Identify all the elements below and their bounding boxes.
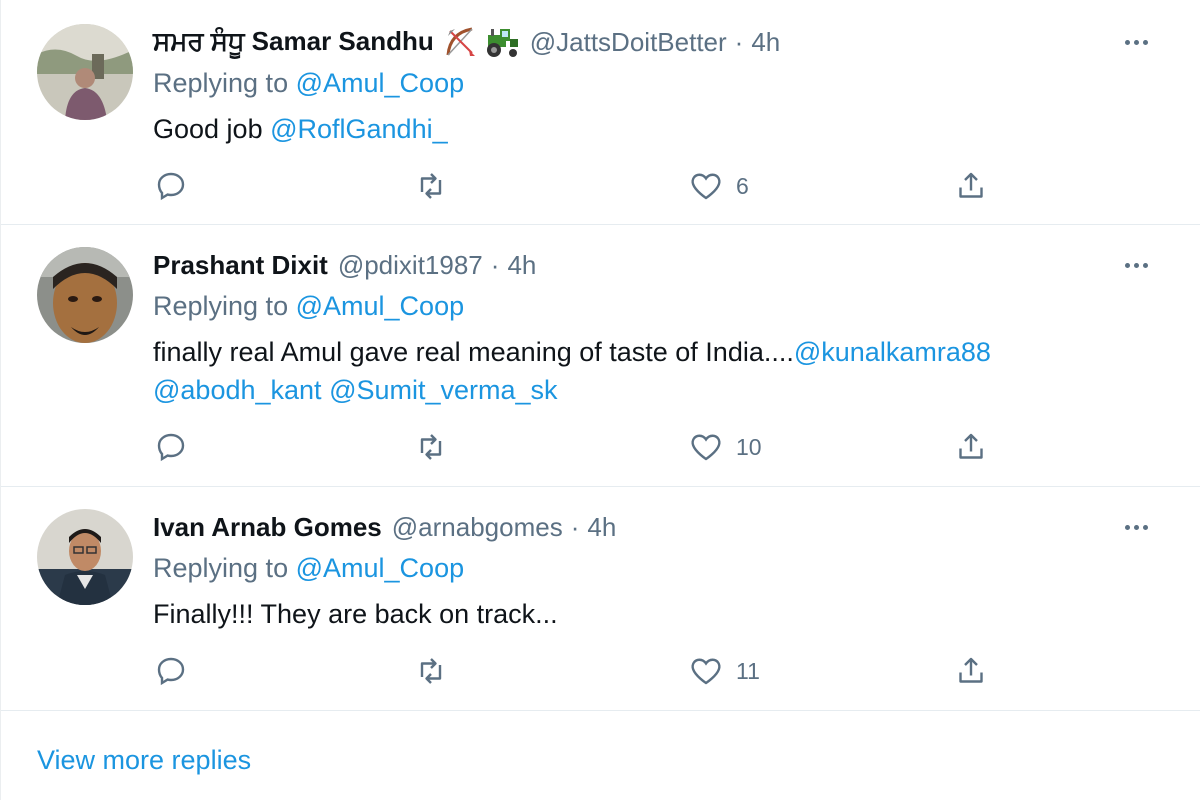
tweet-content: ਸਮਰ ਸੰਧੂ Samar Sandhu @JattsDoitBetter ·… (153, 24, 1161, 148)
tweet-text: Finally!!! They are back on track... (153, 595, 1161, 633)
bow-and-arrow-emoji (446, 27, 475, 56)
replying-to-line: Replying to @Amul_Coop (153, 291, 1161, 327)
replying-to-line: Replying to @Amul_Coop (153, 68, 1161, 104)
like-button[interactable]: 6 (688, 166, 749, 206)
replying-to-line: Replying to @Amul_Coop (153, 553, 1161, 589)
handle[interactable]: @arnabgomes (392, 512, 563, 543)
display-name[interactable]: ਸਮਰ ਸੰਧੂ Samar Sandhu (153, 26, 434, 58)
tweet-header: Ivan Arnab Gomes @arnabgomes · 4h (153, 509, 1161, 545)
share-icon (959, 657, 983, 683)
tweet-content: Prashant Dixit @pdixit1987 · 4h Replying… (153, 247, 1161, 409)
tweet-content: Ivan Arnab Gomes @arnabgomes · 4h Replyi… (153, 509, 1161, 633)
reply-icon (157, 433, 185, 462)
mention-link[interactable]: @kunalkamra88 (794, 337, 991, 367)
retweet-button[interactable] (413, 427, 461, 467)
retweet-icon (420, 173, 442, 199)
retweet-icon (420, 434, 442, 460)
mention-link[interactable]: @Sumit_verma_sk (329, 375, 557, 405)
like-count: 6 (736, 172, 749, 199)
reply-icon (157, 172, 185, 201)
like-button[interactable]: 10 (688, 427, 762, 467)
mention-link[interactable]: @abodh_kant (153, 375, 322, 405)
timestamp[interactable]: 4h (751, 27, 780, 58)
heart-icon (691, 658, 721, 685)
share-button[interactable] (953, 427, 989, 467)
separator-dot: · (734, 26, 744, 57)
avatar[interactable] (37, 509, 133, 605)
tweet-text: Good job @RoflGandhi_ (153, 110, 1161, 148)
tweet-text-segment (322, 375, 330, 405)
share-icon (959, 433, 983, 459)
tweet-actions: 6 (153, 166, 1013, 206)
replying-to-mention[interactable]: @Amul_Coop (296, 291, 465, 321)
like-count: 10 (736, 433, 762, 460)
share-icon (959, 172, 983, 198)
tweet[interactable]: Ivan Arnab Gomes @arnabgomes · 4h Replyi… (1, 487, 1200, 711)
emoji-group (444, 25, 520, 59)
tweet-text: finally real Amul gave real meaning of t… (153, 333, 1161, 409)
separator-dot: · (490, 249, 500, 280)
tweet[interactable]: ਸਮਰ ਸੰਧੂ Samar Sandhu @JattsDoitBetter ·… (1, 0, 1200, 225)
reply-thread: ਸਮਰ ਸੰਧੂ Samar Sandhu @JattsDoitBetter ·… (0, 0, 1200, 800)
tweet-text-segment: Good job (153, 114, 271, 144)
mention-link[interactable]: @RoflGandhi_ (270, 114, 448, 144)
more-options-icon[interactable] (1116, 517, 1156, 537)
retweet-button[interactable] (413, 166, 461, 206)
more-options-icon[interactable] (1116, 255, 1156, 275)
timestamp[interactable]: 4h (587, 512, 616, 543)
reply-button[interactable] (153, 427, 201, 467)
like-count: 11 (736, 657, 760, 684)
retweet-icon (420, 658, 442, 684)
tweet-actions: 10 (153, 427, 1013, 467)
handle[interactable]: @pdixit1987 (338, 250, 483, 281)
tractor-emoji (486, 29, 518, 57)
avatar[interactable] (37, 24, 133, 120)
tweet-text-segment: finally real Amul gave real meaning of t… (153, 337, 794, 367)
avatar[interactable] (37, 247, 133, 343)
timestamp[interactable]: 4h (507, 250, 536, 281)
share-button[interactable] (953, 166, 989, 206)
share-button[interactable] (953, 651, 989, 691)
reply-button[interactable] (153, 651, 201, 691)
reply-button[interactable] (153, 166, 201, 206)
replying-prefix: Replying to (153, 553, 289, 583)
replying-prefix: Replying to (153, 68, 289, 98)
like-button[interactable]: 11 (688, 651, 760, 691)
display-name[interactable]: Prashant Dixit (153, 250, 328, 281)
more-options-icon[interactable] (1116, 32, 1156, 52)
tweet-header: ਸਮਰ ਸੰਧੂ Samar Sandhu @JattsDoitBetter ·… (153, 24, 1161, 60)
separator-dot: · (570, 511, 580, 542)
tweet-header: Prashant Dixit @pdixit1987 · 4h (153, 247, 1161, 283)
display-name[interactable]: Ivan Arnab Gomes (153, 512, 382, 543)
handle[interactable]: @JattsDoitBetter (530, 27, 727, 58)
view-more-replies-link[interactable]: View more replies (37, 745, 251, 776)
retweet-button[interactable] (413, 651, 461, 691)
tweet-text-segment: Finally!!! They are back on track... (153, 599, 558, 629)
heart-icon (691, 434, 721, 461)
tweet-actions: 11 (153, 651, 1013, 691)
replying-prefix: Replying to (153, 291, 289, 321)
reply-icon (157, 657, 185, 686)
heart-icon (691, 173, 721, 200)
replying-to-mention[interactable]: @Amul_Coop (296, 68, 465, 98)
tweet[interactable]: Prashant Dixit @pdixit1987 · 4h Replying… (1, 225, 1200, 487)
replying-to-mention[interactable]: @Amul_Coop (296, 553, 465, 583)
